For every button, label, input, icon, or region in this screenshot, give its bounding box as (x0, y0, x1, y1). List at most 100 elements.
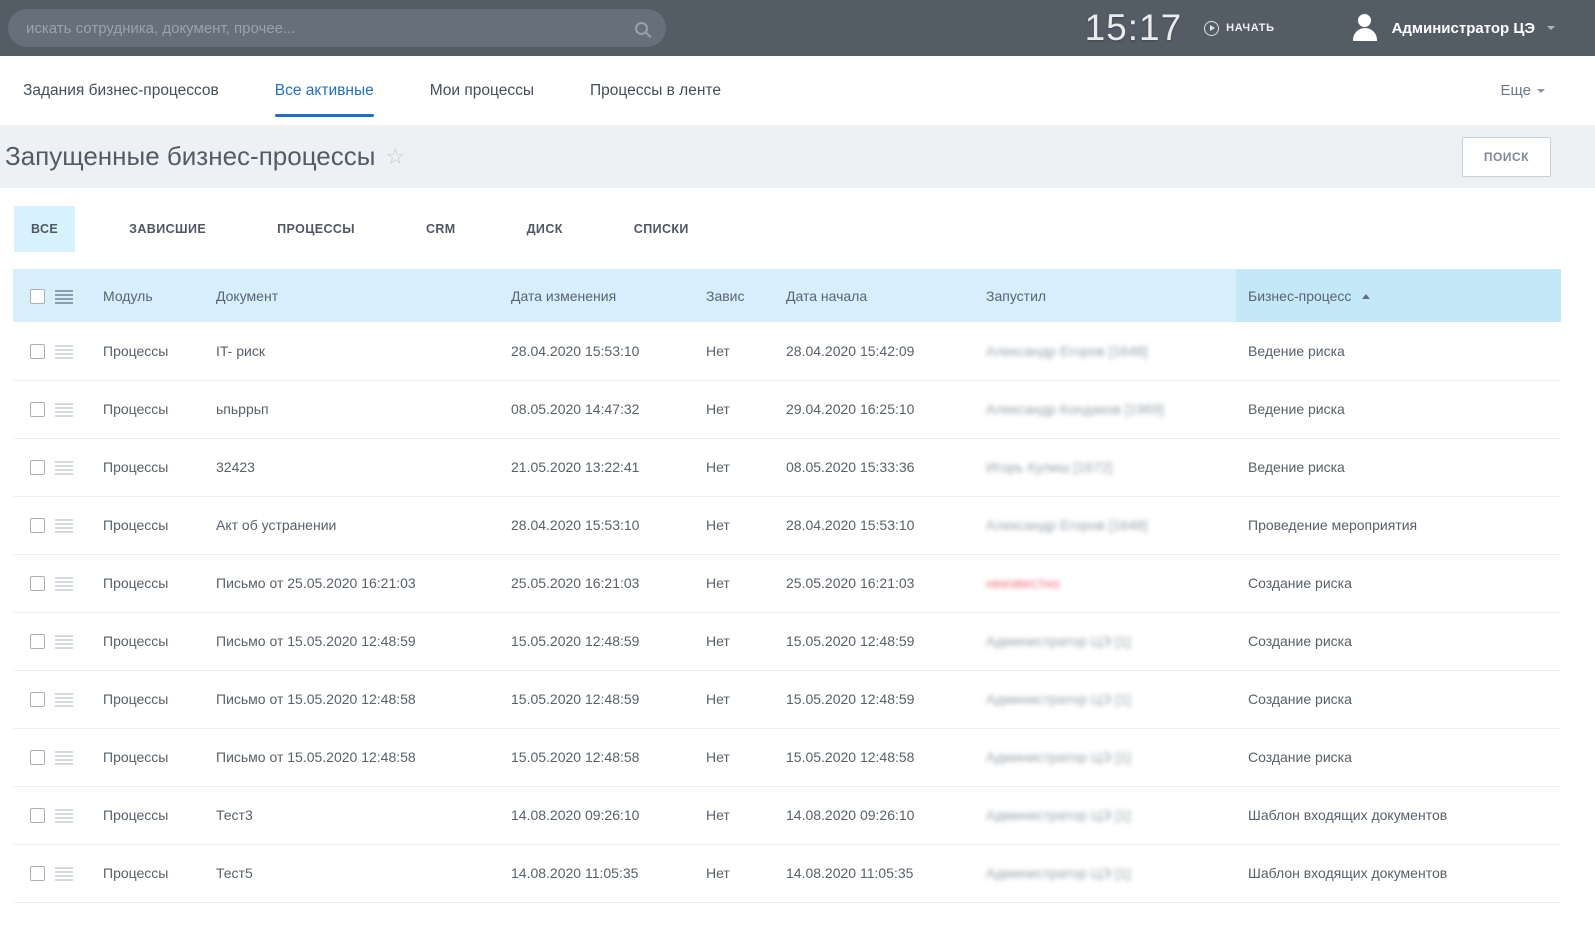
modified-date-cell: 21.05.2020 13:22:41 (499, 438, 694, 496)
row-menu-cell (55, 612, 91, 670)
table-row[interactable]: Процессы ьпьррьп 08.05.2020 14:47:32 Нет… (13, 380, 1561, 438)
row-check-cell (13, 438, 55, 496)
filter-tab-processes[interactable]: ПРОЦЕССЫ (260, 206, 372, 252)
row-check-cell (13, 728, 55, 786)
start-button[interactable]: НАЧАТЬ (1204, 21, 1274, 36)
row-actions-icon[interactable] (55, 345, 73, 359)
row-actions-icon[interactable] (55, 577, 73, 591)
row-checkbox[interactable] (30, 460, 45, 475)
start-date-cell: 14.08.2020 09:26:10 (774, 786, 974, 844)
row-checkbox[interactable] (30, 866, 45, 881)
filter-tab-crm[interactable]: CRM (409, 206, 473, 252)
row-menu-cell (55, 786, 91, 844)
row-check-cell (13, 786, 55, 844)
stuck-cell: Нет (694, 438, 774, 496)
launched-by-cell: Администратор ЦЭ [1] (974, 786, 1236, 844)
table-row[interactable]: Процессы Тест5 14.08.2020 11:05:35 Нет 1… (13, 844, 1561, 902)
table-row[interactable]: Процессы Письмо от 15.05.2020 12:48:58 1… (13, 670, 1561, 728)
start-date-cell: 15.05.2020 12:48:58 (774, 728, 974, 786)
process-cell: Создание риска (1236, 554, 1561, 612)
column-header-module[interactable]: Модуль (91, 269, 204, 322)
row-actions-icon[interactable] (55, 461, 73, 475)
more-menu[interactable]: Еще (1500, 56, 1545, 125)
row-actions-icon[interactable] (55, 809, 73, 823)
table-row[interactable]: Процессы Письмо от 25.05.2020 16:21:03 2… (13, 554, 1561, 612)
table-row[interactable]: Процессы Акт об устранении 28.04.2020 15… (13, 496, 1561, 554)
user-menu[interactable]: Администратор ЦЭ (1350, 13, 1555, 43)
column-header-started[interactable]: Дата начала (774, 269, 974, 322)
launched-by-cell: Администратор ЦЭ [1] (974, 844, 1236, 902)
row-check-cell (13, 554, 55, 612)
filter-tabs: ВСЕ ЗАВИСШИЕ ПРОЦЕССЫ CRM ДИСК СПИСКИ (0, 188, 1595, 269)
row-checkbox[interactable] (30, 750, 45, 765)
row-menu-cell (55, 728, 91, 786)
launched-by-cell: Администратор ЦЭ [1] (974, 728, 1236, 786)
select-all-checkbox[interactable] (30, 289, 45, 304)
row-menu-cell (55, 380, 91, 438)
document-cell: Письмо от 15.05.2020 12:48:58 (204, 670, 499, 728)
start-label: НАЧАТЬ (1226, 22, 1274, 34)
row-actions-icon[interactable] (55, 403, 73, 417)
modified-date-cell: 15.05.2020 12:48:59 (499, 612, 694, 670)
stuck-cell: Нет (694, 322, 774, 380)
row-check-cell (13, 380, 55, 438)
tab-all-active[interactable]: Все активные (275, 56, 374, 125)
column-header-process[interactable]: Бизнес-процесс (1236, 269, 1561, 322)
module-cell: Процессы (91, 380, 204, 438)
search-input[interactable] (26, 20, 635, 37)
row-actions-icon[interactable] (55, 519, 73, 533)
table-row[interactable]: Процессы Письмо от 15.05.2020 12:48:58 1… (13, 728, 1561, 786)
grid-settings-cell (55, 269, 91, 322)
table-row[interactable]: Процессы Тест3 14.08.2020 09:26:10 Нет 1… (13, 786, 1561, 844)
filter-tab-stuck[interactable]: ЗАВИСШИЕ (112, 206, 223, 252)
filter-tab-disk[interactable]: ДИСК (510, 206, 580, 252)
modified-date-cell: 08.05.2020 14:47:32 (499, 380, 694, 438)
row-checkbox[interactable] (30, 692, 45, 707)
global-search[interactable] (8, 9, 666, 47)
tab-bp-tasks[interactable]: Задания бизнес-процессов (23, 56, 219, 125)
row-check-cell (13, 612, 55, 670)
modified-date-cell: 28.04.2020 15:53:10 (499, 496, 694, 554)
table-search-button[interactable]: ПОИСК (1462, 137, 1551, 177)
modified-date-cell: 15.05.2020 12:48:59 (499, 670, 694, 728)
launched-by-cell: Александр Егоров [1648] (974, 322, 1236, 380)
table-row[interactable]: Процессы 32423 21.05.2020 13:22:41 Нет 0… (13, 438, 1561, 496)
filter-tab-lists[interactable]: СПИСКИ (617, 206, 706, 252)
filter-tab-all[interactable]: ВСЕ (14, 206, 75, 252)
favorite-star-icon[interactable]: ☆ (385, 144, 405, 170)
column-header-process-label: Бизнес-процесс (1248, 288, 1351, 304)
row-checkbox[interactable] (30, 518, 45, 533)
stuck-cell: Нет (694, 612, 774, 670)
title-band: Запущенные бизнес-процессы ☆ ПОИСК (0, 125, 1595, 188)
column-header-modified[interactable]: Дата изменения (499, 269, 694, 322)
row-checkbox[interactable] (30, 344, 45, 359)
column-header-stuck[interactable]: Завис (694, 269, 774, 322)
row-checkbox[interactable] (30, 634, 45, 649)
document-cell: Письмо от 25.05.2020 16:21:03 (204, 554, 499, 612)
document-cell: IT- риск (204, 322, 499, 380)
start-date-cell: 14.08.2020 11:05:35 (774, 844, 974, 902)
row-actions-icon[interactable] (55, 867, 73, 881)
table-header-row: Модуль Документ Дата изменения Завис Дат… (13, 269, 1561, 322)
table-row[interactable]: Процессы Письмо от 15.05.2020 12:48:59 1… (13, 612, 1561, 670)
launched-by-cell: Администратор ЦЭ [1] (974, 670, 1236, 728)
column-header-launched-by[interactable]: Запустил (974, 269, 1236, 322)
row-actions-icon[interactable] (55, 635, 73, 649)
row-checkbox[interactable] (30, 402, 45, 417)
stuck-cell: Нет (694, 496, 774, 554)
module-cell: Процессы (91, 844, 204, 902)
chevron-down-icon (1537, 89, 1545, 93)
tab-my-processes[interactable]: Мои процессы (430, 56, 534, 125)
row-checkbox[interactable] (30, 576, 45, 591)
table-row[interactable]: Процессы IT- риск 28.04.2020 15:53:10 Не… (13, 322, 1561, 380)
row-actions-icon[interactable] (55, 693, 73, 707)
tab-feed-processes[interactable]: Процессы в ленте (590, 56, 721, 125)
row-checkbox[interactable] (30, 808, 45, 823)
column-header-document[interactable]: Документ (204, 269, 499, 322)
launched-by-cell: Александр Кондаков [1969] (974, 380, 1236, 438)
row-menu-cell (55, 496, 91, 554)
modified-date-cell: 14.08.2020 11:05:35 (499, 844, 694, 902)
row-actions-icon[interactable] (55, 751, 73, 765)
grid-settings-icon[interactable] (55, 290, 73, 304)
search-icon[interactable] (635, 22, 648, 35)
